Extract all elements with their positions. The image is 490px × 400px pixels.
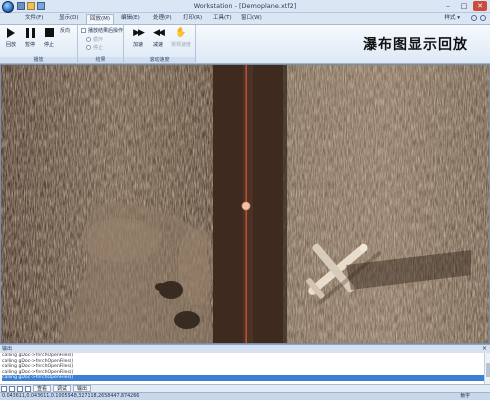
track-cursor[interactable] [241, 201, 251, 211]
pause-icon [25, 28, 35, 38]
help-icon[interactable] [471, 15, 477, 21]
decelerate-button[interactable]: ◀◀ 减速 [150, 28, 166, 48]
play-label: 回放 [5, 42, 16, 48]
close-icon[interactable]: × [482, 345, 487, 353]
tab-window[interactable]: 窗口(W) [238, 14, 265, 24]
ribbon-heading: 瀑布图显示回放 [363, 37, 468, 53]
tab-view[interactable]: 查看 [33, 385, 52, 392]
waterfall-view[interactable] [0, 64, 490, 344]
pause-label: 暂停 [24, 42, 35, 48]
tab-edit[interactable]: 编辑(E) [118, 14, 143, 24]
title-bar: Workstation - [Demoplane.xtf2] – □ ✕ [0, 0, 490, 13]
tab-playback[interactable]: 回放(M) [86, 14, 115, 24]
playback-group-label: 播放 [0, 57, 77, 63]
status-coordinates: 0.043611,0.043611,0.1005948,327118,26584… [2, 394, 140, 399]
next-tab-icon[interactable] [17, 385, 23, 392]
output-scrollbar[interactable] [484, 353, 490, 385]
close-button[interactable]: ✕ [473, 1, 487, 11]
style-menu[interactable]: 样式 ▾ [444, 14, 460, 23]
after-playback-label: 播放结果后操作 [88, 28, 124, 34]
tab-file[interactable]: 文件(F) [22, 14, 46, 24]
list-item-selected[interactable]: calling gDoc->fnrchOpenFiles() [2, 375, 490, 381]
output-tab-bar: 查看 调试 输出 [0, 384, 490, 392]
fast-forward-icon: ▶▶ [133, 28, 145, 38]
play-icon [7, 28, 15, 38]
rewind-icon: ◀◀ [153, 28, 165, 38]
decelerate-label: 减速 [152, 42, 163, 48]
accelerate-label: 加速 [132, 42, 143, 48]
window-title: Workstation - [Demoplane.xtf2] [193, 2, 297, 10]
play-button[interactable]: 回放 [3, 28, 19, 48]
output-header: 输出 × [0, 345, 490, 353]
maximize-button[interactable]: □ [457, 1, 471, 11]
result-group: 播放结果后操作 循环 停止 结果 [78, 25, 124, 64]
stop-radio[interactable]: 停止 [86, 44, 103, 51]
normal-speed-button[interactable]: ✋ 常规速度 [170, 28, 192, 48]
last-tab-icon[interactable] [25, 385, 31, 392]
tab-tools[interactable]: 工具(T) [210, 14, 235, 24]
result-group-label: 结果 [78, 57, 123, 63]
first-tab-icon[interactable] [1, 385, 7, 392]
minimize-button[interactable]: – [441, 1, 455, 11]
output-title: 输出 [2, 346, 13, 352]
speed-group: ▶▶ 加速 ◀◀ 减速 ✋ 常规速度 滚动速度 [124, 25, 196, 64]
status-bar: 0.043611,0.043611,0.1005948,327118,26584… [0, 392, 490, 400]
after-playback-option[interactable]: 播放结果后操作 [81, 27, 123, 34]
stop-icon [44, 28, 54, 37]
loop-radio-label: 循环 [93, 37, 104, 43]
stop-button[interactable]: 停止 [41, 28, 57, 48]
tab-display[interactable]: 显示(D) [56, 14, 82, 24]
ribbon-panel: 回放 暂停 停止 反向 播放 播放结果后操作 循环 停止 结果 ▶▶ 加速 ◀◀… [0, 24, 490, 64]
normal-speed-label: 常规速度 [170, 42, 191, 48]
stop-radio-dot[interactable] [86, 45, 91, 50]
tab-debug[interactable]: 调试 [53, 385, 72, 392]
loop-radio[interactable]: 循环 [86, 36, 103, 43]
ribbon-tab-bar: 文件(F) 显示(D) 回放(M) 编辑(E) 处理(P) 打印(R) 工具(T… [0, 13, 490, 24]
hand-icon: ✋ [175, 28, 187, 38]
output-log[interactable]: calling gDoc->fnrchOpenFiles() calling g… [0, 353, 490, 381]
reverse-label: 反向 [60, 28, 71, 34]
sonar-image [1, 65, 489, 343]
speed-group-label: 滚动速度 [124, 57, 195, 63]
loop-radio-dot[interactable] [86, 37, 91, 42]
after-playback-checkbox[interactable] [81, 28, 86, 33]
info-icon[interactable] [480, 15, 486, 21]
tab-process[interactable]: 处理(P) [150, 14, 175, 24]
pause-button[interactable]: 暂停 [22, 28, 38, 48]
help-controls [471, 15, 486, 21]
tab-print[interactable]: 打印(R) [180, 14, 205, 24]
window-controls: – □ ✕ [441, 1, 487, 11]
playback-group: 回放 暂停 停止 反向 播放 [0, 25, 78, 64]
stop-radio-label: 停止 [93, 45, 104, 51]
output-panel: 输出 × calling gDoc->fnrchOpenFiles() call… [0, 344, 490, 392]
accelerate-button[interactable]: ▶▶ 加速 [130, 28, 146, 48]
tab-output[interactable]: 输出 [73, 385, 92, 392]
status-mode: 数字 [460, 394, 470, 399]
reverse-button[interactable]: 反向 [60, 27, 70, 34]
prev-tab-icon[interactable] [9, 385, 15, 392]
stop-label: 停止 [43, 42, 54, 48]
scrollbar-thumb[interactable] [486, 363, 490, 377]
